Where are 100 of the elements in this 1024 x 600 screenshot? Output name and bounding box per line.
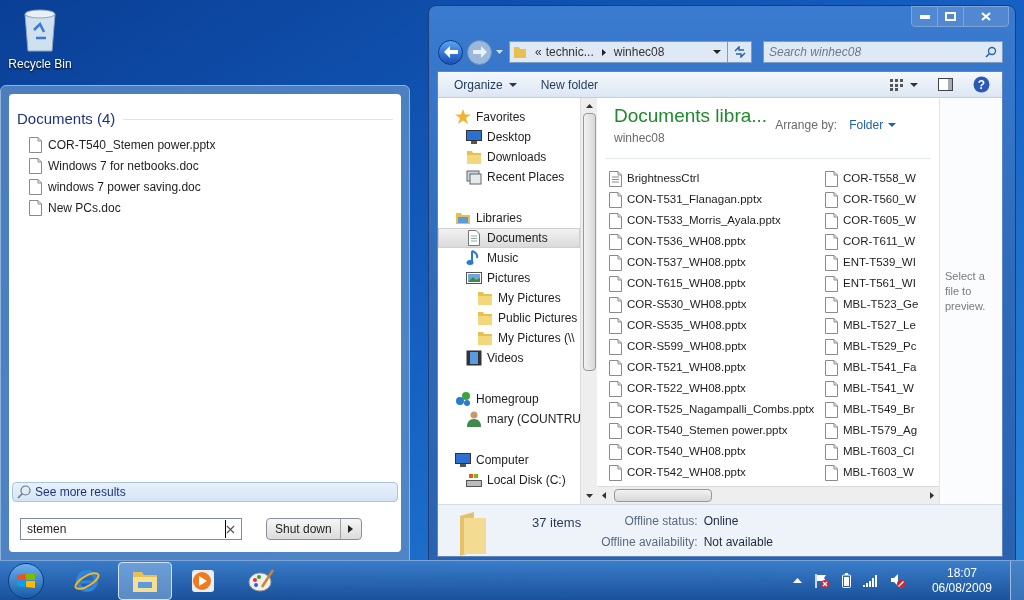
file-item[interactable]: MBL-T579_Ag [825,420,939,441]
navigation-item[interactable]: Videos [438,348,580,368]
file-item[interactable]: MBL-T603_W [825,462,939,483]
file-item[interactable]: COR-T540_Stemen power.pptx [609,420,825,441]
file-icon [825,170,838,187]
overflow-chevron[interactable]: « [535,43,542,61]
navigation-item[interactable]: Favorites [438,107,580,127]
navigation-item[interactable]: Local Disk (C:) [438,470,580,490]
breadcrumb-item[interactable]: winhec08 [613,43,665,61]
file-item[interactable]: COR-T558_W [825,168,939,189]
clock[interactable]: 18:07 06/08/2009 [931,565,992,596]
separator-arrow-icon[interactable] [601,48,606,56]
disk-icon [466,472,482,488]
navigation-item[interactable]: Documents [438,228,580,248]
navigation-item[interactable]: My Pictures [438,288,580,308]
show-desktop-button[interactable] [1010,560,1024,600]
caret-icon [910,82,918,87]
navigation-item[interactable]: mary (COUNTRU [438,409,580,429]
dropdown-icon[interactable] [713,50,721,54]
taskbar-button[interactable] [118,561,172,600]
navigation-item[interactable]: Pictures [438,268,580,288]
file-item[interactable]: MBL-T529_Pc [825,336,939,357]
breadcrumb-item[interactable]: technic... [545,43,594,61]
file-item[interactable]: COR-T525_Nagampalli_Combs.pptx [609,399,825,420]
show-hidden-icons-icon[interactable] [792,578,802,583]
arrange-by-dropdown[interactable]: Folder [849,116,897,134]
navigation-item[interactable]: Recent Places [438,167,580,187]
start-button[interactable] [8,562,44,599]
battery-icon[interactable] [841,573,851,588]
search-result[interactable]: New PCs.doc [29,197,401,219]
caret-icon [888,123,897,127]
file-item[interactable]: COR-S530_WH08.pptx [609,294,825,315]
folder-icon [513,45,527,59]
file-item[interactable]: CON-T536_WH08.pptx [609,231,825,252]
search-icon [17,485,31,499]
speaker-muted-icon[interactable] [889,572,906,589]
file-item[interactable]: CON-T531_Flanagan.pptx [609,189,825,210]
desktop-icon[interactable]: Recycle Bin [8,8,72,73]
item-count: 37 items [532,514,582,532]
address-bar[interactable]: « technic... winhec08 [509,41,752,63]
navigation-item[interactable]: My Pictures (\\ [438,328,580,348]
monitor-icon [455,452,471,468]
file-item[interactable]: MBL-T527_Le [825,315,939,336]
file-item[interactable]: CON-T533_Morris_Ayala.pptx [609,210,825,231]
navigation-item[interactable]: Public Pictures [438,308,580,328]
forward-button[interactable] [467,39,492,65]
navigation-item[interactable]: Music [438,248,580,268]
vertical-scrollbar[interactable] [580,98,597,504]
signal-icon[interactable] [862,574,878,587]
navigation-item[interactable]: Homegroup [438,389,580,409]
file-item[interactable]: COR-S599_WH08.pptx [609,336,825,357]
file-item[interactable]: COR-T611_W [825,231,939,252]
search-result[interactable]: windows 7 power saving.doc [29,176,401,198]
file-icon [825,212,838,229]
file-item[interactable]: MBL-T541_Fa [825,357,939,378]
file-item[interactable]: ENT-T539_WI [825,252,939,273]
flag-icon[interactable] [813,572,830,589]
navigation-item[interactable]: Downloads [438,147,580,167]
navigation-item[interactable]: Libraries [438,208,580,228]
search-result[interactable]: Windows 7 for netbooks.doc [29,155,401,177]
file-item[interactable]: COR-T540_WH08.pptx [609,441,825,462]
library-title: Documents libra... [614,104,768,128]
search-field[interactable]: Search winhec08 [763,41,1003,63]
search-field[interactable]: stemen [20,518,242,540]
help-button[interactable]: ? [969,76,994,93]
file-item[interactable]: CON-T537_WH08.pptx [609,252,825,273]
file-item[interactable]: COR-S535_WH08.pptx [609,315,825,336]
file-item[interactable]: MBL-T523_Ge [825,294,939,315]
close-icon [981,12,991,21]
file-item[interactable]: MBL-T603_Cl [825,441,939,462]
file-item[interactable]: COR-T560_W [825,189,939,210]
file-item[interactable]: ENT-T561_WI [825,273,939,294]
horizontal-scrollbar[interactable] [597,486,939,504]
file-icon [825,317,838,334]
file-icon [609,254,622,271]
file-item[interactable]: MBL-T541_W [825,378,939,399]
file-item[interactable]: BrightnessCtrl [609,168,825,189]
scroll-right-icon[interactable] [930,492,934,499]
back-arrow-icon [443,46,458,58]
back-button[interactable] [438,39,463,65]
caret-icon[interactable] [496,50,503,54]
folder-icon [466,149,482,165]
file-item[interactable]: COR-T521_WH08.pptx [609,357,825,378]
file-item[interactable]: COR-T605_W [825,210,939,231]
file-item[interactable]: CON-T615_WH08.pptx [609,273,825,294]
file-item[interactable]: COR-T522_WH08.pptx [609,378,825,399]
scroll-down-icon[interactable] [585,494,593,498]
clear-icon[interactable] [226,524,235,534]
file-item[interactable]: COR-T542_WH08.pptx [609,462,825,483]
see-more-results-link[interactable]: See more results [12,482,398,502]
refresh-icon[interactable] [732,46,747,58]
file-icon [609,317,622,334]
toolbar-button[interactable]: New folder [532,72,607,97]
search-result[interactable]: COR-T540_Stemen power.pptx [29,134,401,156]
toolbar-button[interactable]: Organize [446,72,525,97]
navigation-item[interactable]: Desktop [438,127,580,147]
scroll-up-icon[interactable] [585,104,593,108]
scroll-left-icon[interactable] [602,492,606,499]
navigation-item[interactable]: Computer [438,450,580,470]
file-item[interactable]: MBL-T549_Br [825,399,939,420]
